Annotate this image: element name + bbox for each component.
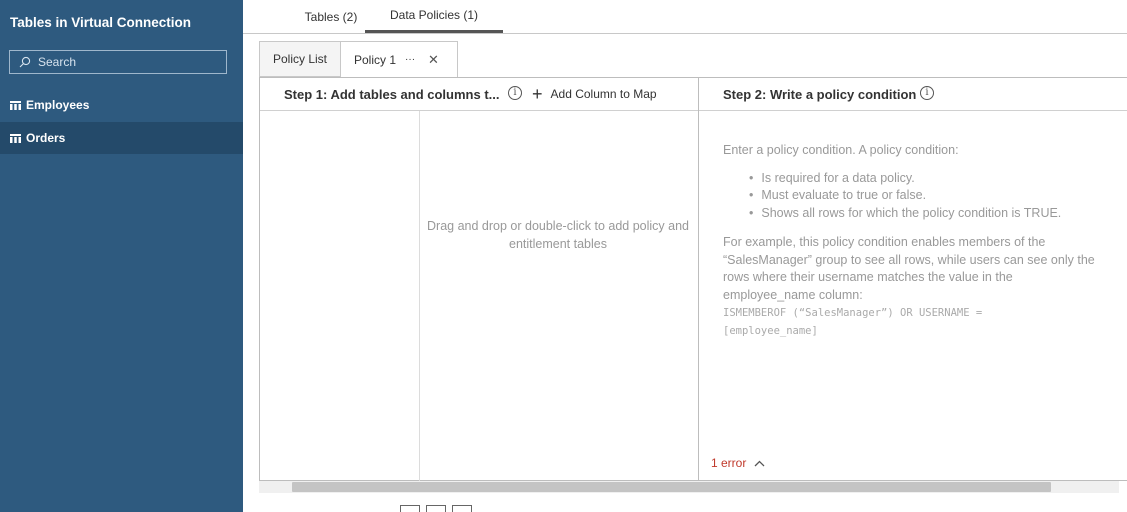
search-box[interactable] <box>9 50 227 74</box>
panel-header: Step 1: Add tables and columns t... i + … <box>260 78 1127 111</box>
tab-policy-list[interactable]: Policy List <box>259 41 341 77</box>
view-icon[interactable] <box>426 505 446 512</box>
condition-intro: Enter a policy condition. A policy condi… <box>723 143 959 157</box>
table-icon <box>10 133 21 143</box>
policy-editor-panel: Step 1: Add tables and columns t... i + … <box>259 77 1127 482</box>
example-line: For example, this policy condition enabl… <box>723 235 1046 249</box>
bottom-toolbar <box>400 505 472 512</box>
table-icon <box>10 100 21 110</box>
plus-icon: + <box>532 84 543 104</box>
view-icon[interactable] <box>400 505 420 512</box>
example-line: rows where their username matches the va… <box>723 270 1013 284</box>
sidebar-item-orders[interactable]: Orders <box>0 122 243 154</box>
top-tab-bar: Tables (2) Data Policies (1) <box>243 0 1127 34</box>
sidebar-item-label: Orders <box>26 131 66 145</box>
add-column-button[interactable]: + Add Column to Map <box>532 85 657 103</box>
policy-condition-help: Enter a policy condition. A policy condi… <box>723 142 1127 340</box>
sidebar-title: Tables in Virtual Connection <box>10 15 192 30</box>
list-item: Must evaluate to true or false. <box>749 187 1127 205</box>
sidebar-item-employees[interactable]: Employees <box>0 89 243 121</box>
example-line: “SalesManager” group to see all rows, wh… <box>723 252 1095 267</box>
sidebar-item-label: Employees <box>26 98 90 112</box>
tab-policy-1[interactable]: Policy 1 ··· ✕ <box>340 41 458 78</box>
info-icon[interactable]: i <box>508 86 522 100</box>
tab-data-policies[interactable]: Data Policies (1) <box>365 0 503 33</box>
example-line: employee_name column: <box>723 287 863 302</box>
error-label: 1 error <box>711 456 747 470</box>
column-divider <box>419 111 420 482</box>
add-column-label: Add Column to Map <box>550 87 657 101</box>
list-item: Is required for a data policy. <box>749 170 1127 188</box>
info-icon[interactable]: i <box>920 86 934 100</box>
step-divider <box>698 78 699 482</box>
chevron-up-icon <box>754 456 765 470</box>
example-code: ISMEMBEROF (“SalesManager”) OR USERNAME … <box>723 307 983 337</box>
condition-rules: Is required for a data policy. Must eval… <box>749 170 1127 223</box>
close-icon[interactable]: ✕ <box>428 52 439 68</box>
step2-title: Step 2: Write a policy condition <box>723 87 917 102</box>
list-item: Shows all rows for which the policy cond… <box>749 205 1127 223</box>
scrollbar-thumb[interactable] <box>292 482 1051 492</box>
sidebar: Tables in Virtual Connection Employees O… <box>0 0 243 512</box>
more-options-icon[interactable]: ··· <box>405 54 415 65</box>
tab-policy-1-label: Policy 1 <box>354 52 397 67</box>
drop-zone-hint: Drag and drop or double-click to add pol… <box>427 219 689 251</box>
error-indicator[interactable]: 1 error <box>711 456 765 470</box>
search-icon <box>16 56 34 68</box>
view-icon[interactable] <box>452 505 472 512</box>
step1-title: Step 1: Add tables and columns t... <box>284 87 500 102</box>
example-text: For example, this policy condition enabl… <box>723 234 1127 304</box>
search-input[interactable] <box>38 55 218 69</box>
